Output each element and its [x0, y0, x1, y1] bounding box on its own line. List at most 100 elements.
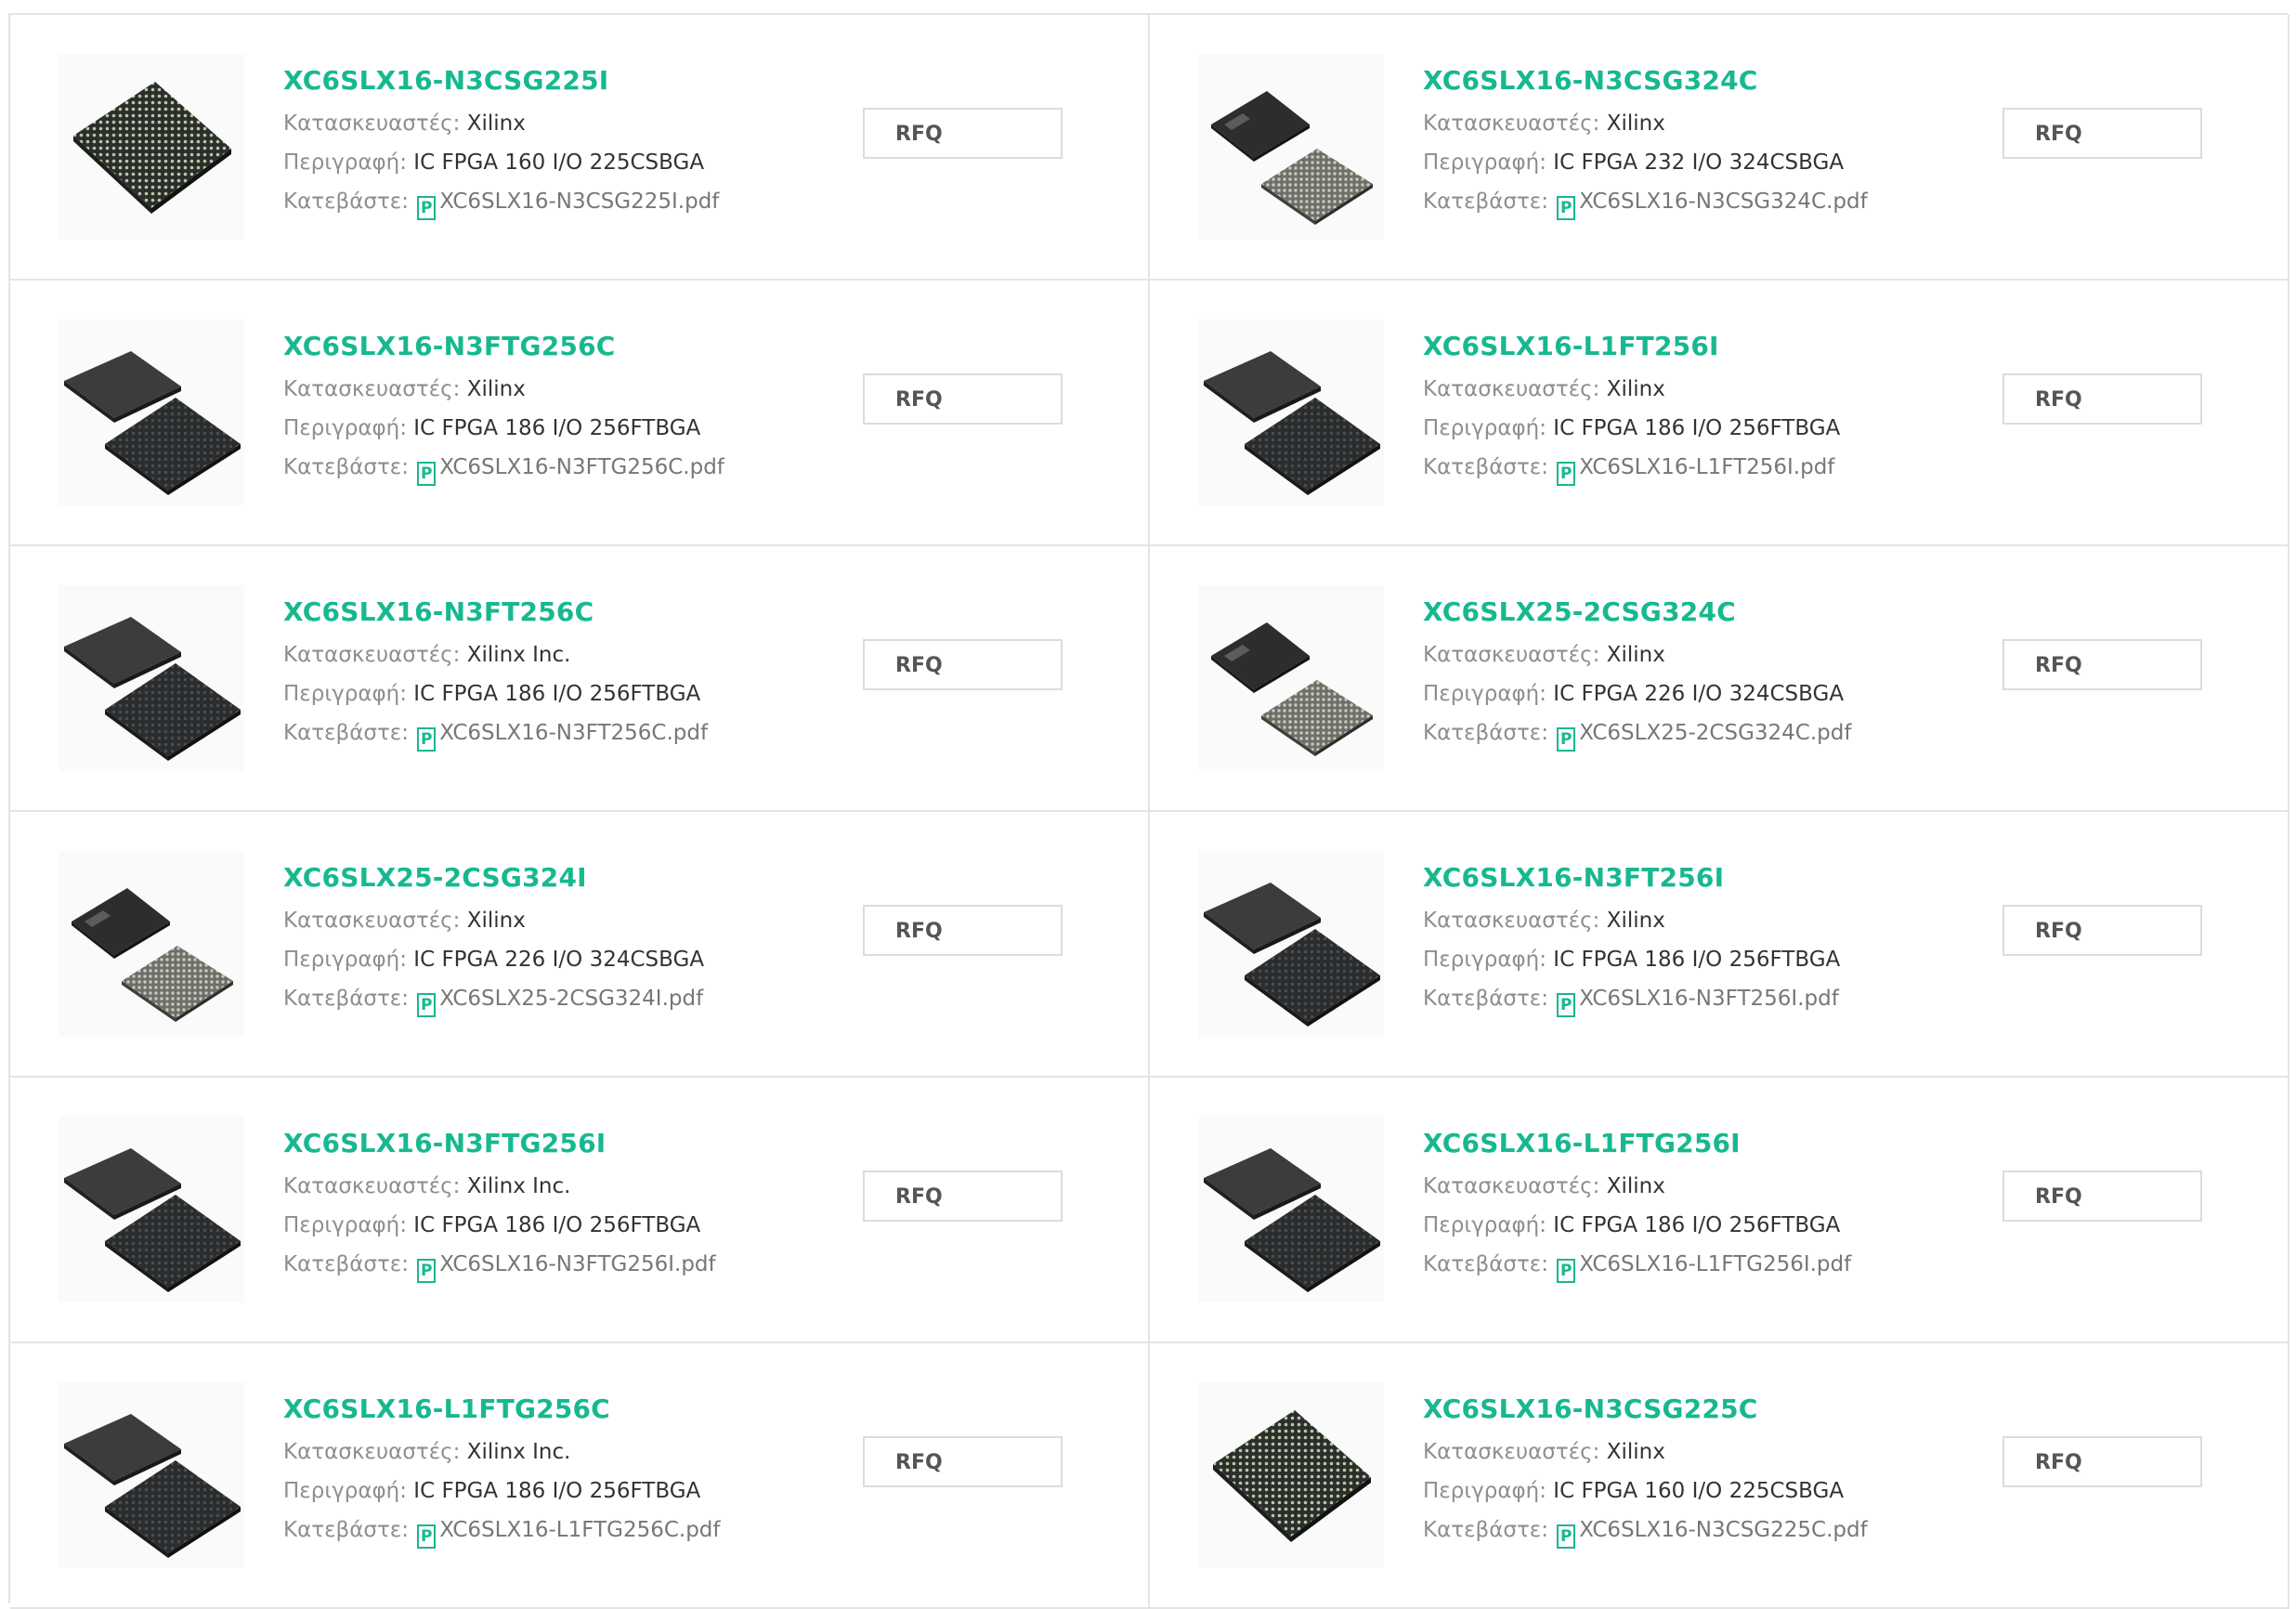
rfq-button[interactable]: RFQ: [2002, 108, 2202, 159]
chip-image: [1198, 320, 1384, 505]
manufacturer-row: Κατασκευαστές: Xilinx: [1423, 643, 1851, 667]
description-row: Περιγραφή: IC FPGA 186 I/O 256FTBGA: [283, 416, 724, 440]
product-title-link[interactable]: XC6SLX16-L1FTG256I: [1423, 1128, 1851, 1158]
download-label: Κατεβάστε:: [1423, 190, 1548, 214]
pdf-icon[interactable]: P: [1557, 993, 1576, 1017]
chip-image: [59, 585, 244, 771]
datasheet-link[interactable]: XC6SLX16-N3FTG256I.pdf: [439, 1252, 715, 1276]
rfq-button[interactable]: RFQ: [863, 1436, 1063, 1487]
product-card: XC6SLX16-N3CSG225I Κατασκευαστές: Xilinx…: [10, 15, 1150, 281]
manufacturer-value: Xilinx: [1606, 1440, 1665, 1464]
manufacturer-value: Xilinx: [466, 909, 526, 933]
manufacturer-label: Κατασκευαστές:: [1423, 909, 1600, 933]
datasheet-link[interactable]: XC6SLX16-N3FT256I.pdf: [1579, 987, 1839, 1011]
datasheet-link[interactable]: XC6SLX16-L1FT256I.pdf: [1579, 455, 1834, 479]
pdf-icon[interactable]: P: [1557, 727, 1576, 752]
product-card: XC6SLX16-N3FTG256I Κατασκευαστές: Xilinx…: [10, 1078, 1150, 1343]
datasheet-link[interactable]: XC6SLX16-N3CSG225C.pdf: [1579, 1518, 1867, 1542]
download-label: Κατεβάστε:: [1423, 1518, 1548, 1542]
product-image[interactable]: [1198, 1382, 1384, 1568]
datasheet-link[interactable]: XC6SLX16-N3FTG256C.pdf: [439, 455, 724, 479]
product-image[interactable]: [1198, 54, 1384, 240]
manufacturer-row: Κατασκευαστές: Xilinx Inc.: [283, 643, 708, 667]
pdf-icon[interactable]: P: [1557, 462, 1576, 486]
description-value: IC FPGA 186 I/O 256FTBGA: [413, 1213, 701, 1237]
description-row: Περιγραφή: IC FPGA 186 I/O 256FTBGA: [283, 1479, 721, 1503]
product-image[interactable]: [59, 320, 244, 505]
rfq-button[interactable]: RFQ: [2002, 373, 2202, 425]
product-image[interactable]: [59, 851, 244, 1037]
product-image[interactable]: [1198, 851, 1384, 1037]
download-row: Κατεβάστε: P XC6SLX16-N3CSG225C.pdf: [1423, 1518, 1868, 1549]
product-title-link[interactable]: XC6SLX25-2CSG324I: [283, 862, 704, 893]
description-value: IC FPGA 186 I/O 256FTBGA: [1553, 948, 1841, 972]
datasheet-link[interactable]: XC6SLX16-L1FTG256I.pdf: [1579, 1252, 1851, 1276]
download-row: Κατεβάστε: P XC6SLX16-N3FT256C.pdf: [283, 721, 708, 752]
download-label: Κατεβάστε:: [283, 1518, 409, 1542]
description-value: IC FPGA 160 I/O 225CSBGA: [413, 150, 705, 175]
pdf-icon[interactable]: P: [417, 1259, 437, 1283]
product-image[interactable]: [59, 585, 244, 771]
datasheet-link[interactable]: XC6SLX16-N3CSG324C.pdf: [1579, 190, 1867, 214]
product-image[interactable]: [59, 54, 244, 240]
rfq-button[interactable]: RFQ: [863, 108, 1063, 159]
manufacturer-row: Κατασκευαστές: Xilinx: [283, 111, 719, 136]
product-title-link[interactable]: XC6SLX16-N3FTG256I: [283, 1128, 716, 1158]
rfq-button[interactable]: RFQ: [2002, 1171, 2202, 1222]
pdf-icon[interactable]: P: [417, 1524, 437, 1549]
rfq-button[interactable]: RFQ: [863, 639, 1063, 690]
product-image[interactable]: [59, 1117, 244, 1302]
datasheet-link[interactable]: XC6SLX25-2CSG324I.pdf: [439, 987, 703, 1011]
pdf-icon[interactable]: P: [417, 462, 437, 486]
datasheet-link[interactable]: XC6SLX16-N3FT256C.pdf: [439, 721, 708, 745]
rfq-button[interactable]: RFQ: [2002, 905, 2202, 956]
product-title-link[interactable]: XC6SLX16-L1FTG256C: [283, 1393, 721, 1424]
product-title-link[interactable]: XC6SLX16-N3CSG225C: [1423, 1393, 1868, 1424]
product-title-link[interactable]: XC6SLX16-N3FT256I: [1423, 862, 1840, 893]
manufacturer-row: Κατασκευαστές: Xilinx: [1423, 377, 1840, 401]
product-title-link[interactable]: XC6SLX16-N3CSG324C: [1423, 65, 1868, 96]
product-image[interactable]: [1198, 1117, 1384, 1302]
rfq-button[interactable]: RFQ: [863, 1171, 1063, 1222]
pdf-icon[interactable]: P: [417, 993, 437, 1017]
manufacturer-label: Κατασκευαστές:: [1423, 377, 1600, 401]
product-title-link[interactable]: XC6SLX16-N3FTG256C: [283, 331, 724, 361]
manufacturer-row: Κατασκευαστές: Xilinx: [1423, 111, 1868, 136]
rfq-button[interactable]: RFQ: [863, 373, 1063, 425]
datasheet-link[interactable]: XC6SLX16-N3CSG225I.pdf: [439, 190, 719, 214]
product-title-link[interactable]: XC6SLX16-N3CSG225I: [283, 65, 719, 96]
description-label: Περιγραφή:: [283, 948, 407, 972]
product-image[interactable]: [1198, 320, 1384, 505]
manufacturer-label: Κατασκευαστές:: [283, 111, 461, 136]
product-title-link[interactable]: XC6SLX16-N3FT256C: [283, 596, 708, 627]
product-card: XC6SLX16-N3FT256C Κατασκευαστές: Xilinx …: [10, 546, 1150, 812]
product-title-link[interactable]: XC6SLX16-L1FT256I: [1423, 331, 1840, 361]
pdf-icon[interactable]: P: [1557, 196, 1576, 220]
product-info: XC6SLX16-N3CSG225I Κατασκευαστές: Xilinx…: [283, 65, 719, 220]
datasheet-link[interactable]: XC6SLX16-L1FTG256C.pdf: [439, 1518, 720, 1542]
download-row: Κατεβάστε: P XC6SLX16-L1FT256I.pdf: [1423, 455, 1840, 486]
download-row: Κατεβάστε: P XC6SLX25-2CSG324C.pdf: [1423, 721, 1851, 752]
product-card: XC6SLX16-N3CSG324C Κατασκευαστές: Xilinx…: [1150, 15, 2289, 281]
product-title-link[interactable]: XC6SLX25-2CSG324C: [1423, 596, 1851, 627]
datasheet-link[interactable]: XC6SLX25-2CSG324C.pdf: [1579, 721, 1851, 745]
description-value: IC FPGA 160 I/O 225CSBGA: [1553, 1479, 1845, 1503]
chip-image: [1198, 1117, 1384, 1302]
pdf-icon[interactable]: P: [1557, 1259, 1576, 1283]
rfq-button[interactable]: RFQ: [863, 905, 1063, 956]
download-row: Κατεβάστε: P XC6SLX16-L1FTG256I.pdf: [1423, 1252, 1851, 1283]
manufacturer-label: Κατασκευαστές:: [283, 1440, 461, 1464]
product-image[interactable]: [59, 1382, 244, 1568]
rfq-button[interactable]: RFQ: [2002, 1436, 2202, 1487]
pdf-icon[interactable]: P: [417, 727, 437, 752]
description-label: Περιγραφή:: [283, 1479, 407, 1503]
product-card: XC6SLX16-N3FT256I Κατασκευαστές: Xilinx …: [1150, 812, 2289, 1078]
product-image[interactable]: [1198, 585, 1384, 771]
rfq-button[interactable]: RFQ: [2002, 639, 2202, 690]
pdf-icon[interactable]: P: [417, 196, 437, 220]
manufacturer-value: Xilinx: [1606, 643, 1665, 667]
product-info: XC6SLX16-N3FTG256I Κατασκευαστές: Xilinx…: [283, 1128, 716, 1283]
product-info: XC6SLX16-L1FT256I Κατασκευαστές: Xilinx …: [1423, 331, 1840, 486]
pdf-icon[interactable]: P: [1557, 1524, 1576, 1549]
product-info: XC6SLX16-N3FTG256C Κατασκευαστές: Xilinx…: [283, 331, 724, 486]
